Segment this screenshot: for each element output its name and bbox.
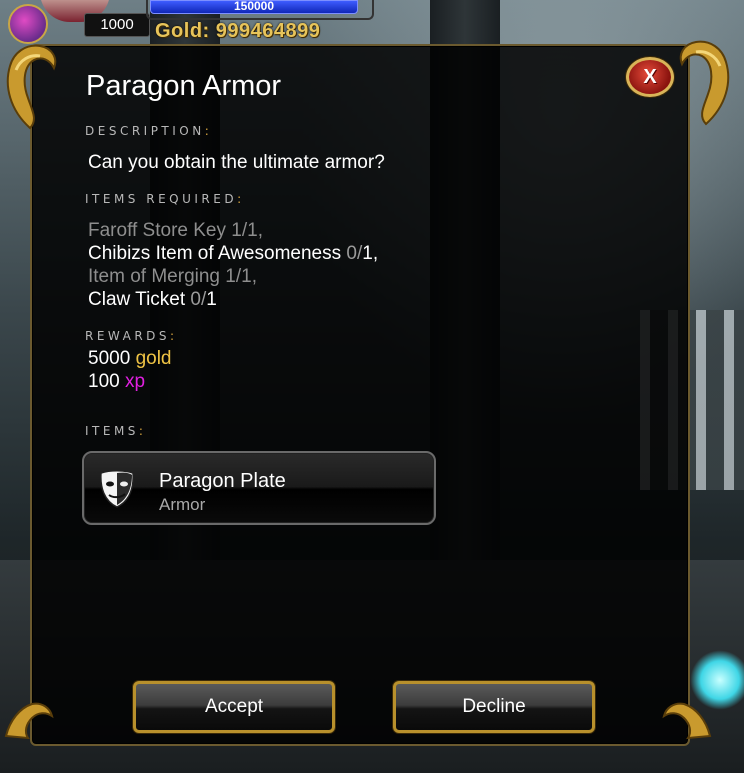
requirement-item: Faroff Store Key 1/1, [88, 220, 263, 241]
requirement-item: Claw Ticket 0/1 [88, 289, 217, 310]
item-type: Armor [159, 495, 206, 514]
claw-ornament-icon [2, 680, 56, 740]
gold-label: Gold: [155, 20, 210, 42]
requirement-item: Chibizs Item of Awesomeness 0/1, [88, 243, 379, 264]
accept-button[interactable]: Accept [133, 681, 335, 733]
class-badge-icon[interactable] [8, 4, 48, 44]
description-text: Can you obtain the ultimate armor? [88, 152, 385, 173]
dragon-ornament-icon [676, 36, 736, 126]
close-icon: X [643, 65, 657, 88]
close-button[interactable]: X [626, 57, 674, 97]
reward-xp: 100 xp [88, 371, 146, 392]
hp-bar: 150000 [150, 0, 358, 14]
quest-dialog [30, 44, 690, 746]
player-level: 1000 [84, 13, 150, 37]
description-label: DESCRIPTION: [85, 124, 213, 138]
claw-ornament-icon [660, 680, 714, 740]
armor-mask-icon [98, 469, 136, 509]
decline-button[interactable]: Decline [393, 681, 595, 733]
item-name: Paragon Plate [159, 470, 286, 492]
reward-item-card[interactable]: Paragon Plate Armor [82, 451, 436, 525]
rewards-label: REWARDS: [85, 329, 178, 343]
quest-title: Paragon Armor [86, 70, 282, 102]
gold-value: 999464899 [215, 20, 321, 42]
items-required-label: ITEMS REQUIRED: [85, 192, 245, 206]
gold-counter: Gold: 999464899 [155, 20, 320, 43]
reward-gold: 5000 gold [88, 348, 172, 369]
requirement-item: Item of Merging 1/1, [88, 266, 257, 287]
items-label: ITEMS: [85, 424, 147, 438]
dragon-ornament-icon [0, 40, 60, 130]
